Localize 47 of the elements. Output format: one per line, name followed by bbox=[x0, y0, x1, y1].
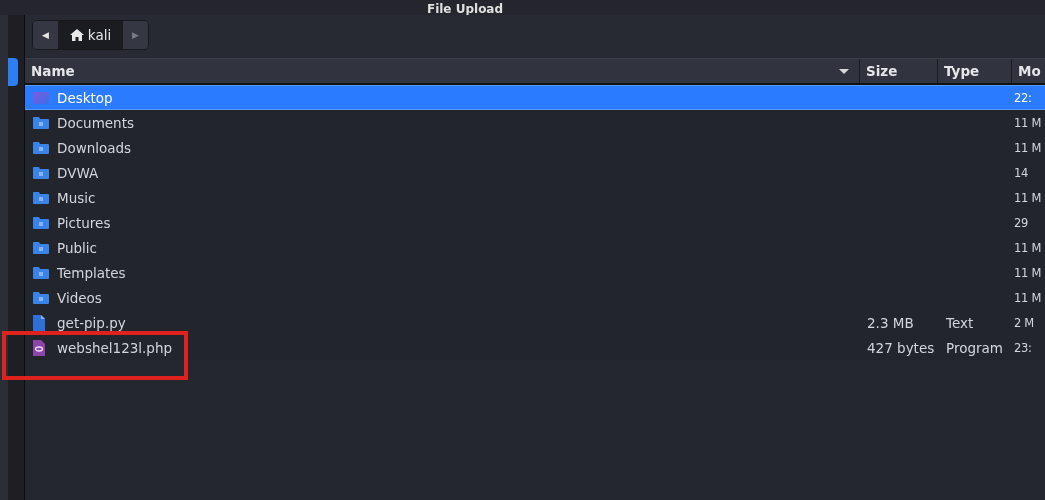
file-name: webshel123l.php bbox=[57, 339, 173, 356]
folder-icon bbox=[33, 191, 49, 204]
modified-date: 11 M bbox=[1014, 290, 1041, 305]
file-name: Videos bbox=[57, 289, 102, 306]
column-header[interactable]: Mo bbox=[1012, 59, 1045, 83]
file-name: Downloads bbox=[57, 139, 132, 156]
desktop-icon bbox=[33, 90, 49, 105]
modified-date: 22: bbox=[1014, 90, 1032, 105]
file-size: 427 bytes bbox=[867, 339, 935, 356]
file-name: Templates bbox=[57, 264, 126, 281]
folder-icon bbox=[33, 116, 49, 129]
folder-icon bbox=[33, 166, 49, 179]
file-size: 2.3 MB bbox=[867, 314, 914, 331]
folder-icon bbox=[33, 216, 49, 229]
location-button[interactable]: kali bbox=[58, 21, 123, 49]
script-file-icon bbox=[33, 339, 45, 356]
file-type: Text bbox=[946, 314, 974, 331]
modified-date: 11 M bbox=[1014, 240, 1041, 255]
modified-date: 11 M bbox=[1014, 140, 1041, 155]
file-row[interactable]: Desktop 22: bbox=[25, 85, 1045, 110]
file-name: Music bbox=[57, 189, 96, 206]
column-header[interactable]: Type bbox=[938, 59, 1012, 83]
file-name: Public bbox=[57, 239, 97, 256]
column-header[interactable]: Name bbox=[25, 59, 860, 83]
modified-date: 2 M bbox=[1014, 315, 1034, 330]
file-name: Documents bbox=[57, 114, 134, 131]
folder-icon bbox=[33, 266, 49, 279]
folder-icon bbox=[33, 291, 49, 304]
folder-icon bbox=[33, 141, 49, 154]
file-name: get-pip.py bbox=[57, 314, 126, 331]
modified-date: 29 bbox=[1014, 215, 1029, 230]
folder-icon bbox=[33, 241, 49, 254]
modified-date: 23: bbox=[1014, 340, 1032, 355]
window-title: File Upload bbox=[426, 3, 504, 15]
modified-date: 11 M bbox=[1014, 190, 1041, 205]
sidebar-item[interactable] bbox=[8, 58, 18, 86]
modified-date: 14 bbox=[1014, 165, 1029, 180]
modified-date: 11 M bbox=[1014, 115, 1041, 130]
file-type: Program bbox=[946, 339, 1003, 356]
column-header[interactable]: Size bbox=[860, 59, 938, 83]
file-icon bbox=[33, 314, 45, 331]
file-name: DVWA bbox=[57, 164, 99, 181]
modified-date: 11 M bbox=[1014, 265, 1041, 280]
file-name: Pictures bbox=[57, 214, 111, 231]
back-button[interactable]: ◀ bbox=[33, 21, 58, 49]
file-name: Desktop bbox=[57, 89, 113, 106]
home-icon bbox=[69, 29, 84, 41]
